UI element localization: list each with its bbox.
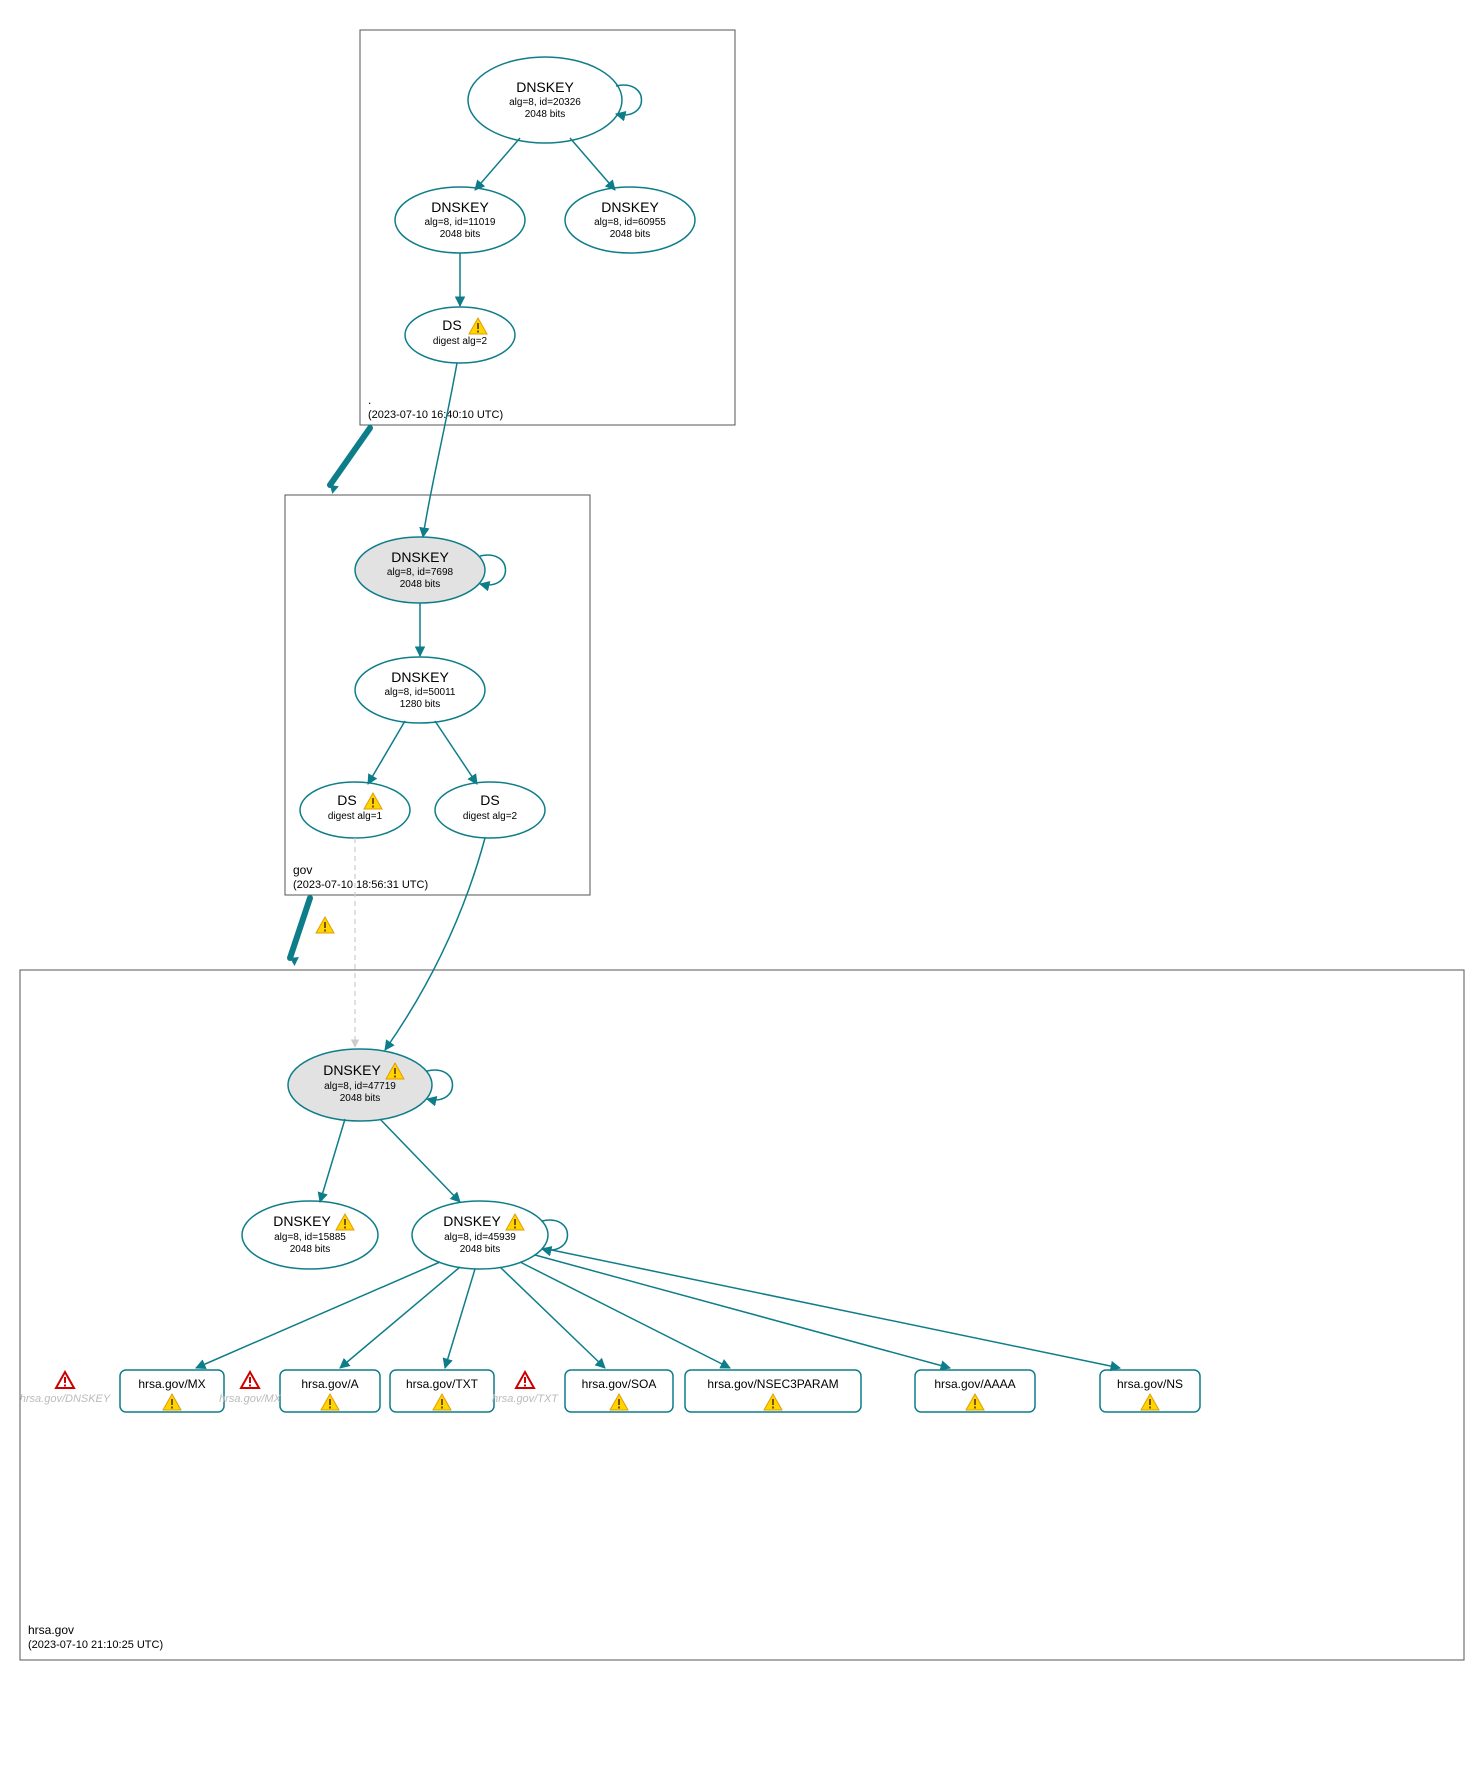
- edge-ds2-hrsa: [385, 838, 485, 1050]
- edge: [542, 1248, 1120, 1368]
- edge: [445, 1269, 475, 1368]
- edge: [520, 1262, 730, 1368]
- node-sub1: alg=8, id=7698: [387, 567, 454, 578]
- node-hrsa-zsk2[interactable]: DNSKEY alg=8, id=45939 2048 bits: [412, 1201, 548, 1269]
- node-gov-ds2[interactable]: DS digest alg=2: [435, 782, 545, 838]
- node-sub1: alg=8, id=47719: [324, 1081, 396, 1092]
- node-hrsa-zsk1[interactable]: DNSKEY alg=8, id=15885 2048 bits: [242, 1201, 378, 1269]
- node-root-ksk[interactable]: DNSKEY alg=8, id=20326 2048 bits: [468, 57, 622, 143]
- dnssec-graph: . (2023-07-10 16:40:10 UTC) DNSKEY alg=8…: [10, 10, 1474, 1776]
- node-title: DNSKEY: [391, 669, 449, 685]
- edge: [570, 138, 615, 190]
- node-sub1: digest alg=2: [463, 811, 518, 822]
- rr-label: hrsa.gov/MX: [138, 1377, 205, 1391]
- node-sub2: 2048 bits: [440, 229, 481, 240]
- node-root-zsk1[interactable]: DNSKEY alg=8, id=11019 2048 bits: [395, 187, 525, 253]
- node-sub2: 2048 bits: [340, 1093, 381, 1104]
- edge: [380, 1119, 460, 1202]
- node-title: DNSKEY: [273, 1213, 331, 1229]
- zone-ts-root: (2023-07-10 16:40:10 UTC): [368, 409, 503, 421]
- rr-txt[interactable]: hrsa.gov/TXT: [390, 1370, 494, 1412]
- edge: [535, 1255, 950, 1368]
- node-sub2: 2048 bits: [290, 1244, 331, 1255]
- node-sub2: 2048 bits: [460, 1244, 501, 1255]
- node-title: DNSKEY: [516, 79, 574, 95]
- ghost-label: hrsa.gov/MX: [219, 1393, 281, 1405]
- edge: [368, 721, 405, 784]
- node-title: DNSKEY: [323, 1062, 381, 1078]
- zone-label-gov: gov: [293, 863, 312, 877]
- node-sub2: 2048 bits: [525, 109, 566, 120]
- edge: [340, 1267, 460, 1368]
- warning-icon: [316, 917, 334, 933]
- zone-ts-hrsa: (2023-07-10 21:10:25 UTC): [28, 1639, 163, 1651]
- node-hrsa-ksk[interactable]: DNSKEY alg=8, id=47719 2048 bits: [288, 1049, 432, 1121]
- node-sub2: 2048 bits: [610, 229, 651, 240]
- rr-label: hrsa.gov/AAAA: [934, 1377, 1015, 1391]
- edge-cross-root-gov: [423, 363, 457, 537]
- rr-label: hrsa.gov/NS: [1117, 1377, 1183, 1391]
- zone-label-root: .: [368, 393, 371, 407]
- ghost-txt: hrsa.gov/TXT: [492, 1372, 559, 1405]
- rr-a[interactable]: hrsa.gov/A: [280, 1370, 380, 1412]
- node-sub2: 2048 bits: [400, 579, 441, 590]
- rr-mx[interactable]: hrsa.gov/MX: [120, 1370, 224, 1412]
- rr-ns[interactable]: hrsa.gov/NS: [1100, 1370, 1200, 1412]
- rr-label: hrsa.gov/TXT: [406, 1377, 479, 1391]
- node-gov-ds1[interactable]: DS digest alg=1: [300, 782, 410, 838]
- delegation-gov-hrsa: [290, 898, 310, 958]
- rr-label: hrsa.gov/A: [301, 1377, 358, 1391]
- edge: [500, 1267, 605, 1368]
- node-sub1: alg=8, id=50011: [385, 687, 456, 698]
- node-sub1: alg=8, id=60955: [594, 217, 666, 228]
- edge: [320, 1119, 345, 1202]
- node-gov-ksk[interactable]: DNSKEY alg=8, id=7698 2048 bits: [355, 537, 485, 603]
- ghost-mx: hrsa.gov/MX: [219, 1372, 281, 1405]
- node-root-ds[interactable]: DS digest alg=2: [405, 307, 515, 363]
- node-sub2: 1280 bits: [400, 699, 441, 710]
- edge: [435, 721, 477, 784]
- ghost-label: hrsa.gov/TXT: [492, 1393, 559, 1405]
- rr-label: hrsa.gov/NSEC3PARAM: [707, 1377, 838, 1391]
- rr-soa[interactable]: hrsa.gov/SOA: [565, 1370, 673, 1412]
- node-sub1: alg=8, id=20326: [509, 97, 581, 108]
- zone-ts-gov: (2023-07-10 18:56:31 UTC): [293, 879, 428, 891]
- rr-nsec3param[interactable]: hrsa.gov/NSEC3PARAM: [685, 1370, 861, 1412]
- node-sub1: alg=8, id=11019: [425, 217, 496, 228]
- node-root-zsk2[interactable]: DNSKEY alg=8, id=60955 2048 bits: [565, 187, 695, 253]
- node-title: DNSKEY: [443, 1213, 501, 1229]
- edge: [475, 138, 520, 190]
- node-title: DS: [442, 317, 461, 333]
- zone-label-hrsa: hrsa.gov: [28, 1623, 74, 1637]
- node-gov-zsk[interactable]: DNSKEY alg=8, id=50011 1280 bits: [355, 657, 485, 723]
- rr-aaaa[interactable]: hrsa.gov/AAAA: [915, 1370, 1035, 1412]
- zone-box-hrsa: [20, 970, 1464, 1660]
- node-title: DNSKEY: [601, 199, 659, 215]
- node-title: DS: [337, 792, 356, 808]
- node-sub1: digest alg=1: [328, 811, 383, 822]
- ghost-dnskey: hrsa.gov/DNSKEY: [20, 1372, 111, 1405]
- node-sub1: alg=8, id=15885: [274, 1232, 346, 1243]
- delegation-root-gov: [330, 428, 370, 485]
- node-sub1: alg=8, id=45939: [444, 1232, 516, 1243]
- ghost-label: hrsa.gov/DNSKEY: [20, 1393, 111, 1405]
- node-title: DNSKEY: [431, 199, 489, 215]
- node-sub1: digest alg=2: [433, 336, 488, 347]
- node-title: DS: [480, 792, 499, 808]
- rr-label: hrsa.gov/SOA: [582, 1377, 657, 1391]
- node-title: DNSKEY: [391, 549, 449, 565]
